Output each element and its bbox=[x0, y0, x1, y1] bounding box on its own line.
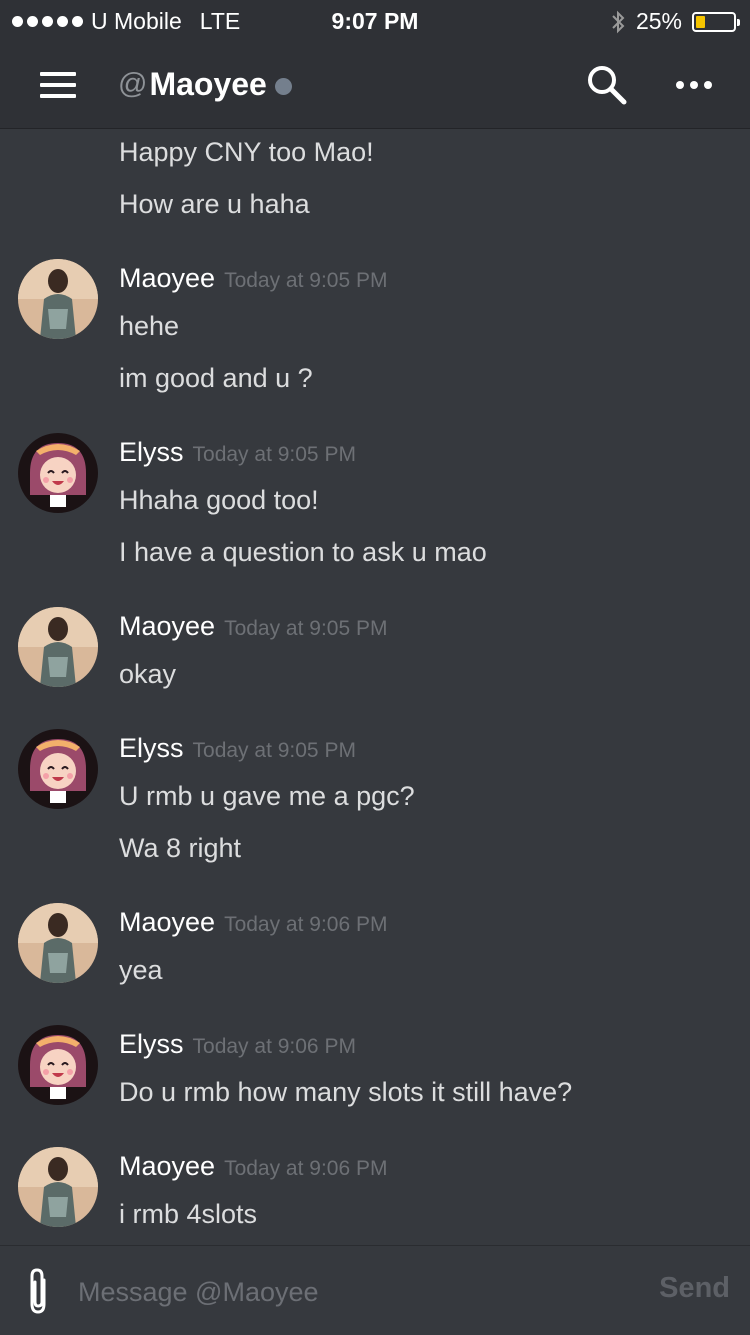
menu-icon[interactable] bbox=[40, 72, 76, 98]
attachment-icon[interactable] bbox=[24, 1266, 54, 1316]
anime-avatar bbox=[18, 433, 98, 513]
timestamp: Today at 9:05 PM bbox=[224, 617, 388, 640]
avatar[interactable] bbox=[18, 1025, 98, 1105]
message-text: Wa 8 right bbox=[119, 833, 242, 863]
avatar[interactable] bbox=[18, 729, 98, 809]
message-text: okay bbox=[119, 659, 177, 689]
message-text: hehe bbox=[119, 311, 180, 341]
user-photo-avatar bbox=[18, 1147, 98, 1227]
avatar[interactable] bbox=[18, 1147, 98, 1227]
author-name[interactable]: Maoyee bbox=[119, 263, 215, 294]
bluetooth-icon bbox=[612, 10, 625, 33]
avatar[interactable] bbox=[18, 607, 98, 687]
author-name[interactable]: Elyss bbox=[119, 437, 184, 468]
avatar[interactable] bbox=[18, 259, 98, 339]
avatar[interactable] bbox=[18, 433, 98, 513]
channel-header: @ Maoyee bbox=[0, 42, 750, 129]
search-icon[interactable] bbox=[586, 64, 628, 106]
author-name[interactable]: Elyss bbox=[119, 733, 184, 764]
more-options-icon[interactable] bbox=[676, 70, 716, 100]
message-list[interactable]: Happy CNY too Mao! How are u haha Maoyee… bbox=[0, 129, 750, 1244]
author-name[interactable]: Maoyee bbox=[119, 1151, 215, 1182]
message-text: yea bbox=[119, 955, 163, 985]
anime-avatar bbox=[18, 1025, 98, 1105]
timestamp: Today at 9:05 PM bbox=[224, 269, 388, 292]
message-text: im good and u ? bbox=[119, 363, 313, 393]
timestamp: Today at 9:06 PM bbox=[192, 1035, 356, 1058]
author-name[interactable]: Maoyee bbox=[119, 611, 215, 642]
battery-icon bbox=[692, 11, 740, 32]
message-text: Happy CNY too Mao! bbox=[119, 137, 374, 167]
send-button[interactable]: Send bbox=[659, 1272, 730, 1305]
user-photo-avatar bbox=[18, 903, 98, 983]
timestamp: Today at 9:05 PM bbox=[192, 443, 356, 466]
user-photo-avatar bbox=[18, 259, 98, 339]
author-name[interactable]: Elyss bbox=[119, 1029, 184, 1060]
presence-status-icon bbox=[274, 78, 292, 95]
avatar[interactable] bbox=[18, 903, 98, 983]
message-text: Hhaha good too! bbox=[119, 485, 319, 515]
message-text: Do u rmb how many slots it still have? bbox=[119, 1077, 573, 1107]
message-composer: Message @Maoyee Send bbox=[0, 1245, 750, 1335]
channel-title: @ Maoyee bbox=[118, 66, 292, 103]
message-text: U rmb u gave me a pgc? bbox=[119, 781, 415, 811]
message-text: How are u haha bbox=[119, 189, 310, 219]
user-photo-avatar bbox=[18, 607, 98, 687]
author-name[interactable]: Maoyee bbox=[119, 907, 215, 938]
timestamp: Today at 9:06 PM bbox=[224, 913, 388, 936]
message-text: I have a question to ask u mao bbox=[119, 537, 487, 567]
message-text: i rmb 4slots bbox=[119, 1199, 258, 1229]
message-input[interactable]: Message @Maoyee bbox=[78, 1272, 638, 1312]
channel-name: Maoyee bbox=[149, 66, 267, 102]
at-symbol: @ bbox=[118, 68, 148, 100]
timestamp: Today at 9:06 PM bbox=[224, 1157, 388, 1180]
status-bar: U Mobile LTE 9:07 PM 25% bbox=[0, 0, 750, 42]
timestamp: Today at 9:05 PM bbox=[192, 739, 356, 762]
anime-avatar bbox=[18, 729, 98, 809]
battery-percent: 25% bbox=[635, 8, 682, 34]
